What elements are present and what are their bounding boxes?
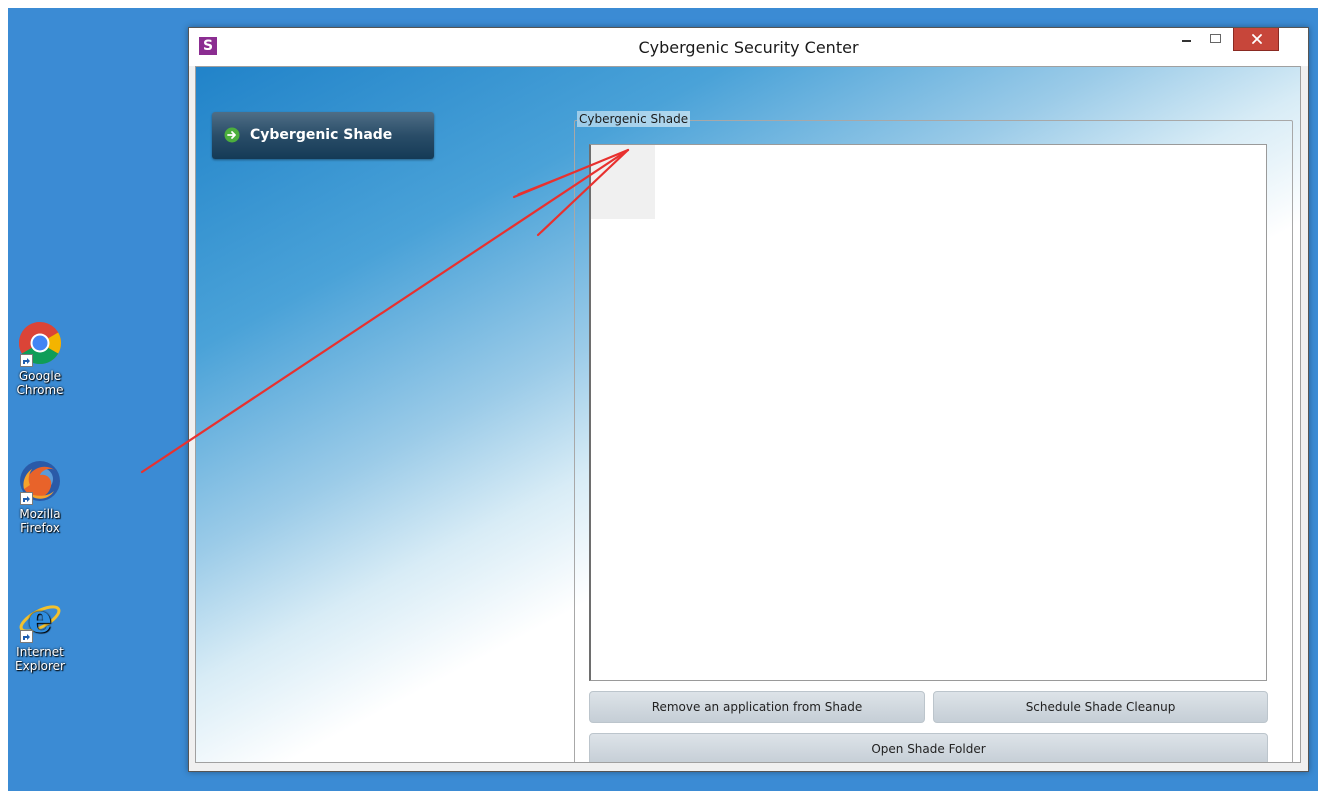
remove-application-button[interactable]: Remove an application from Shade: [589, 691, 925, 723]
open-shade-folder-button[interactable]: Open Shade Folder: [589, 733, 1268, 762]
close-icon: [1252, 34, 1262, 44]
schedule-cleanup-button[interactable]: Schedule Shade Cleanup: [933, 691, 1268, 723]
title-bar[interactable]: S Cybergenic Security Center: [189, 28, 1308, 66]
chrome-icon: [18, 321, 62, 367]
desktop-icon-google-chrome[interactable]: Google Chrome: [14, 321, 66, 397]
maximize-button[interactable]: [1203, 28, 1229, 54]
minimize-button[interactable]: [1173, 28, 1199, 54]
firefox-icon: [18, 459, 62, 505]
nav-item-cybergenic-shade[interactable]: Cybergenic Shade: [212, 112, 434, 159]
group-box-title: Cybergenic Shade: [577, 111, 691, 127]
desktop-icon-label: Internet Explorer: [15, 645, 65, 673]
close-button[interactable]: [1233, 28, 1279, 51]
shortcut-arrow-icon: [20, 354, 33, 367]
arrow-right-circle-icon: [224, 127, 240, 143]
shortcut-arrow-icon: [20, 492, 33, 505]
shortcut-arrow-icon: [20, 630, 33, 643]
desktop-icon-label: Mozilla Firefox: [19, 507, 61, 535]
app-window: S Cybergenic Security Center Cybergenic …: [188, 27, 1309, 772]
list-placeholder-tile: [591, 145, 655, 219]
window-title: Cybergenic Security Center: [638, 38, 859, 57]
nav-item-label: Cybergenic Shade: [250, 127, 393, 143]
internet-explorer-icon: e: [18, 597, 62, 643]
desktop-icon-label: Google Chrome: [16, 369, 64, 397]
client-area: Cybergenic Shade Cybergenic Shade Remove…: [195, 66, 1301, 763]
desktop-icon-mozilla-firefox[interactable]: Mozilla Firefox: [14, 459, 66, 535]
shaded-applications-list[interactable]: [589, 144, 1267, 681]
desktop-icon-internet-explorer[interactable]: e Internet Explorer: [14, 597, 66, 673]
